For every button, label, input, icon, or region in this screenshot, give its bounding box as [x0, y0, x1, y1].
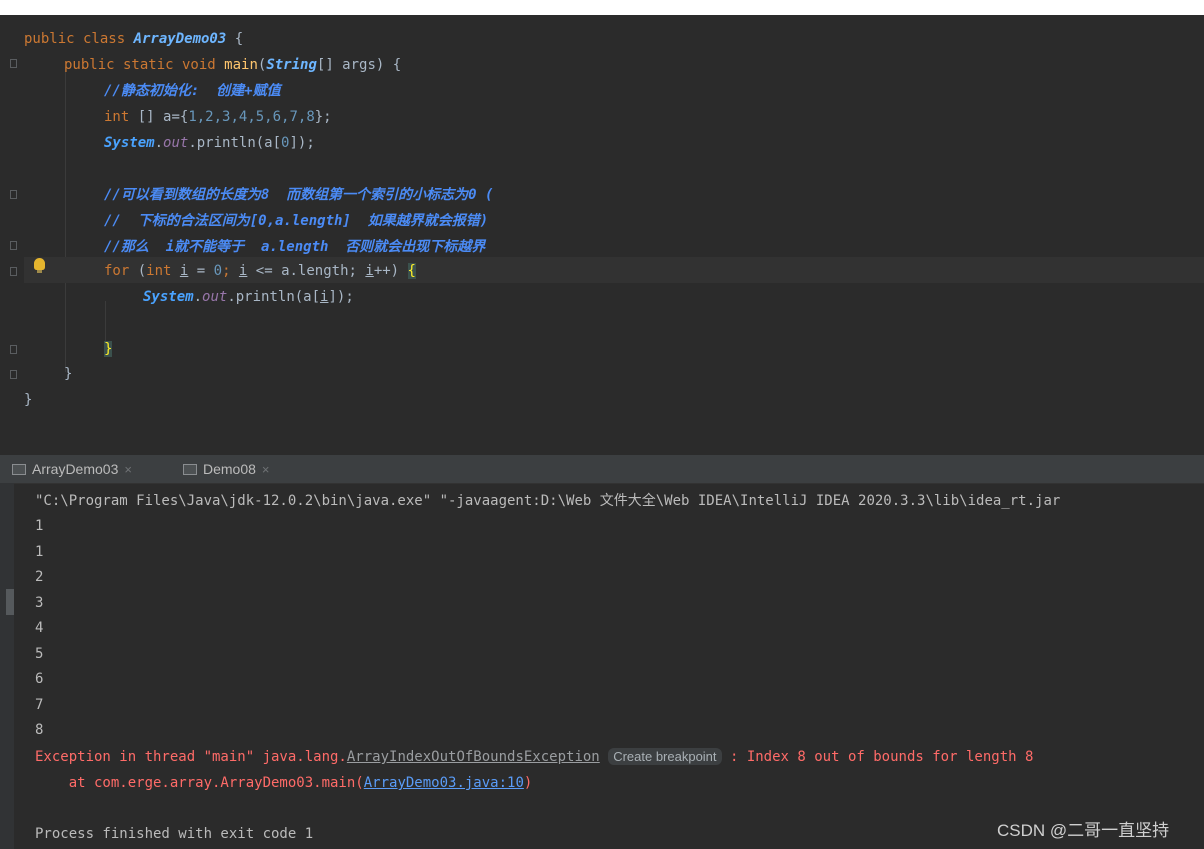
lightbulb-icon[interactable] [34, 258, 45, 273]
console-output-line: 5 [35, 646, 44, 662]
console-output-line: 6 [35, 671, 44, 687]
code-line-5[interactable]: System.out.println(a[0]); [104, 130, 315, 156]
code-line-1[interactable]: public class ArrayDemo03 { [24, 26, 243, 52]
console-output-line: 7 [35, 697, 44, 713]
watermark: CSDN @二哥一直坚持 [997, 821, 1170, 840]
tab-arraydemo03[interactable]: ArrayDemo03 × [12, 455, 132, 483]
fold-icon[interactable] [10, 190, 17, 199]
code-line-9[interactable]: //那么 i就不能等于 a.length 否则就会出现下标越界 [104, 234, 485, 260]
fold-icon[interactable] [10, 267, 17, 276]
console-command-line: "C:\Program Files\Java\jdk-12.0.2\bin\ja… [35, 493, 1061, 509]
console-icon [12, 463, 26, 475]
run-panel: ArrayDemo03 × Demo08 × "C:\Program Files… [0, 455, 1204, 849]
console-gutter [0, 483, 14, 849]
run-tab-bar: ArrayDemo03 × Demo08 × [0, 455, 1204, 484]
code-line-11[interactable]: System.out.println(a[i]); [143, 284, 354, 310]
editor-gutter [0, 15, 24, 455]
code-line-2[interactable]: public static void main(String[] args) { [64, 52, 401, 78]
tab-label: ArrayDemo03 [32, 461, 119, 477]
fold-icon[interactable] [10, 241, 17, 250]
tab-label: Demo08 [203, 461, 256, 477]
fold-icon[interactable] [10, 345, 17, 354]
console-output-line: 4 [35, 620, 44, 636]
console-icon [183, 463, 197, 475]
stack-trace-line: at com.erge.array.ArrayDemo03.main(Array… [35, 775, 533, 791]
console-output-line: 2 [35, 569, 44, 585]
exception-class-link[interactable]: ArrayIndexOutOfBoundsException [347, 749, 600, 765]
fold-icon[interactable] [10, 59, 17, 68]
code-line-3[interactable]: //静态初始化: 创建+赋值 [104, 78, 281, 104]
console-output-line: 3 [35, 595, 44, 611]
code-line-4[interactable]: int [] a={1,2,3,4,5,6,7,8}; [104, 104, 332, 130]
code-line-10[interactable]: for (int i = 0; i <= a.length; i++) { [104, 258, 416, 284]
code-editor[interactable]: public class ArrayDemo03 { public static… [0, 15, 1204, 455]
console-output-line: 1 [35, 518, 44, 534]
code-line-8[interactable]: // 下标的合法区间为[0,a.length] 如果越界就会报错) [104, 208, 488, 234]
fold-icon[interactable] [10, 370, 17, 379]
console-output-line: 8 [35, 722, 44, 738]
code-line-14[interactable]: } [64, 361, 72, 387]
code-line-15[interactable]: } [24, 387, 32, 413]
scroll-marker[interactable] [6, 589, 14, 615]
close-icon[interactable]: × [262, 462, 270, 477]
create-breakpoint-button[interactable]: Create breakpoint [608, 748, 722, 765]
tab-demo08[interactable]: Demo08 × [183, 455, 270, 483]
code-line-7[interactable]: //可以看到数组的长度为8 而数组第一个索引的小标志为0 ( [104, 182, 493, 208]
code-line-13[interactable]: } [104, 336, 113, 362]
exception-line: Exception in thread "main" java.lang.Arr… [35, 748, 1034, 765]
close-icon[interactable]: × [124, 462, 132, 477]
process-finished-line: Process finished with exit code 1 [35, 826, 314, 842]
console-output-line: 1 [35, 544, 44, 560]
source-link[interactable]: ArrayDemo03.java:10 [364, 775, 524, 791]
